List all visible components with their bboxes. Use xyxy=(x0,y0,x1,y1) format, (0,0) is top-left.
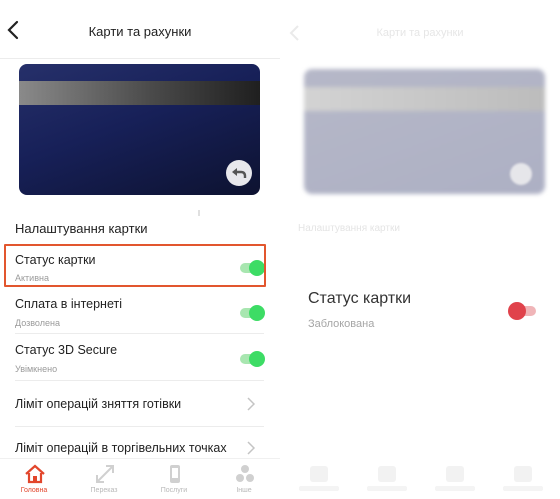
magnetic-stripe xyxy=(19,81,260,105)
bottom-tab-bar: Головна Переказ Послуги Інше xyxy=(0,458,280,499)
row-title: Сплата в інтернеті xyxy=(15,297,123,311)
left-screen: Карти та рахунки Налаштування картки Ста… xyxy=(0,0,280,499)
tab-label-placeholder xyxy=(435,486,475,491)
tab-label: Переказ xyxy=(90,487,118,494)
page-title: Карти та рахунки xyxy=(376,27,464,39)
row-title: Ліміт операцій в торгівельних точках xyxy=(15,441,227,455)
more-icon[interactable] xyxy=(514,466,532,482)
transfer-icon xyxy=(96,465,114,483)
flip-card-button[interactable] xyxy=(510,163,532,185)
phone-icon xyxy=(170,465,180,483)
home-icon[interactable] xyxy=(310,466,328,482)
row-title: Статус 3D Secure xyxy=(15,343,118,357)
card-pager-indicator xyxy=(198,210,200,216)
3d-secure-row[interactable]: Статус 3D Secure Увімкнено xyxy=(0,334,280,381)
tab-label-placeholder xyxy=(299,486,339,491)
bottom-tab-bar xyxy=(280,458,560,498)
chevron-right-icon xyxy=(247,441,256,455)
undo-arrow-icon xyxy=(232,168,247,178)
card-status-title: Статус картки xyxy=(308,290,412,307)
more-icon xyxy=(236,465,254,482)
row-title: Ліміт операцій зняття готівки xyxy=(15,397,182,411)
card-back-image xyxy=(304,69,545,194)
tab-home[interactable]: Головна xyxy=(4,459,64,499)
card-status-subtitle: Заблокована xyxy=(308,318,375,330)
flip-card-button[interactable] xyxy=(226,160,252,186)
right-screen: Карти та рахунки Налаштування картки Ста… xyxy=(280,0,560,498)
chevron-right-icon xyxy=(247,397,256,411)
row-subtitle: Дозволена xyxy=(15,318,60,328)
tab-label: Інше xyxy=(236,487,252,494)
retail-limit-row[interactable]: Ліміт операцій в торгівельних точках xyxy=(0,427,280,457)
home-icon xyxy=(25,464,45,484)
header: Карти та рахунки xyxy=(0,0,280,59)
tab-label-placeholder xyxy=(367,486,407,491)
tab-transfer[interactable]: Переказ xyxy=(74,459,134,499)
row-subtitle: Увімкнено xyxy=(15,364,58,374)
tab-label: Головна xyxy=(20,487,48,494)
tab-more[interactable]: Інше xyxy=(214,459,274,499)
card-back-image xyxy=(19,64,260,195)
toggle-knob xyxy=(508,302,526,320)
tab-label: Послуги xyxy=(160,487,188,494)
cash-limit-row[interactable]: Ліміт операцій зняття готівки xyxy=(0,381,280,427)
toggle-knob xyxy=(249,305,265,321)
page-title: Карти та рахунки xyxy=(88,24,192,39)
section-title: Налаштування картки xyxy=(298,223,400,234)
3d-secure-toggle[interactable] xyxy=(240,351,265,367)
section-title: Налаштування картки xyxy=(15,221,148,236)
tab-services[interactable]: Послуги xyxy=(144,459,204,499)
toggle-knob xyxy=(249,351,265,367)
internet-payment-row[interactable]: Сплата в інтернеті Дозволена xyxy=(0,288,280,334)
magnetic-stripe xyxy=(304,87,545,111)
card-status-highlight xyxy=(4,244,266,287)
tab-label-placeholder xyxy=(503,486,543,491)
transfer-icon[interactable] xyxy=(378,466,396,482)
phone-icon[interactable] xyxy=(446,466,464,482)
internet-payment-toggle[interactable] xyxy=(240,305,265,321)
card-status-toggle[interactable] xyxy=(508,302,536,320)
